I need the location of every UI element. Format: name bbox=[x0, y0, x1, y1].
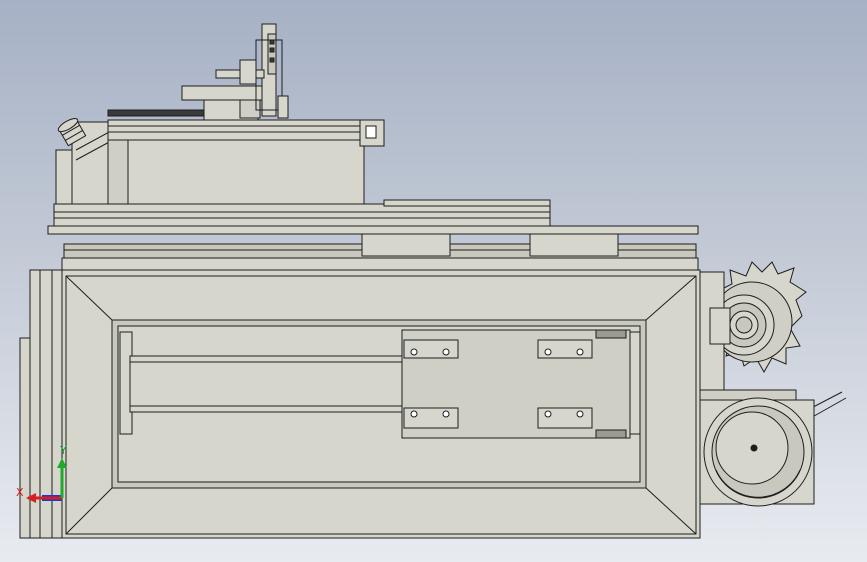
z-axis-module bbox=[181, 23, 289, 121]
y-axis-label: Y bbox=[59, 444, 67, 457]
enclosure-box bbox=[55, 109, 385, 205]
machine-assembly bbox=[19, 23, 847, 539]
carriage-block bbox=[401, 329, 631, 439]
top-slabs bbox=[47, 199, 699, 271]
pulley-icon bbox=[699, 397, 815, 507]
cad-viewport[interactable]: X Y bbox=[0, 0, 867, 562]
x-axis-label: X bbox=[16, 486, 24, 499]
